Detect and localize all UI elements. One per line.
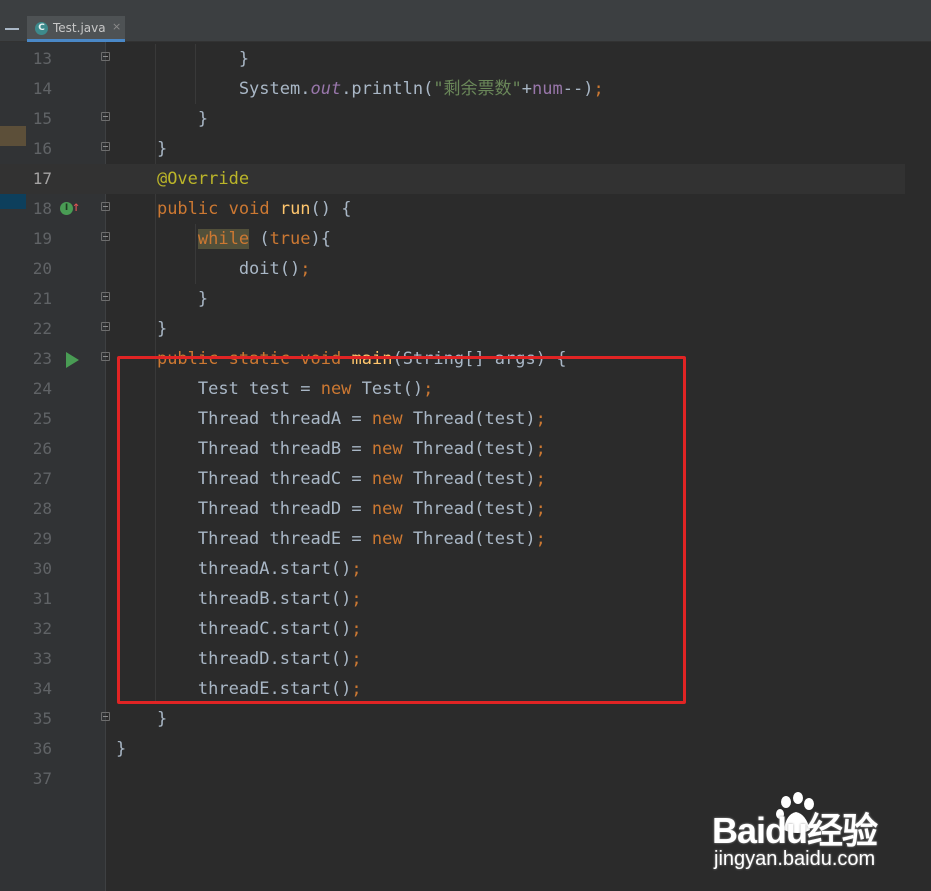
line-number: 37 [32, 769, 52, 788]
code-line[interactable]: 13 } [0, 44, 905, 74]
code-text: doit(); [116, 259, 311, 279]
line-number: 36 [32, 739, 52, 758]
line-number: 15 [32, 109, 52, 128]
line-number: 25 [32, 409, 52, 428]
code-line[interactable]: 36} [0, 734, 905, 764]
line-number: 35 [32, 709, 52, 728]
watermark-url: jingyan.baidu.com [714, 848, 876, 870]
close-icon[interactable]: × [112, 20, 121, 34]
red-highlight-box [117, 356, 686, 704]
fold-marker-icon[interactable] [101, 52, 110, 61]
fold-marker-icon[interactable] [101, 142, 110, 151]
editor-tab-bar: C Test.java × [0, 16, 931, 42]
line-number: 33 [32, 649, 52, 668]
line-number: 24 [32, 379, 52, 398]
code-line[interactable]: 16 } [0, 134, 905, 164]
code-line[interactable]: 18 I ↑ public void run() { [0, 194, 905, 224]
code-line[interactable]: 14 System.out.println("剩余票数"+num--); [0, 74, 905, 104]
line-number: 22 [32, 319, 52, 338]
minimize-icon[interactable] [5, 28, 19, 30]
fold-marker-icon[interactable] [101, 292, 110, 301]
line-number: 14 [32, 79, 52, 98]
code-text: } [116, 139, 168, 159]
run-main-icon[interactable] [66, 352, 79, 368]
baidu-jingyan-watermark: Baidu经验 jingyan.baidu.com [700, 790, 900, 880]
code-line[interactable]: 19 while (true){ [0, 224, 905, 254]
fold-marker-icon[interactable] [101, 712, 110, 721]
code-line[interactable]: 21 } [0, 284, 905, 314]
line-number: 27 [32, 469, 52, 488]
watermark-brand: Baidu经验 [712, 810, 878, 851]
fold-marker-icon[interactable] [101, 322, 110, 331]
fold-marker-icon[interactable] [101, 112, 110, 121]
code-line[interactable]: 15 } [0, 104, 905, 134]
line-number: 30 [32, 559, 52, 578]
code-text: } [116, 739, 127, 759]
code-line[interactable]: 20 doit(); [0, 254, 905, 284]
tab-test-java[interactable]: C Test.java × [27, 16, 125, 42]
code-text: @Override [156, 169, 250, 189]
code-text: public void run() { [156, 199, 352, 219]
code-text: System.out.println("剩余票数"+num--); [116, 79, 604, 99]
code-text: while (true){ [197, 229, 331, 249]
line-number: 29 [32, 529, 52, 548]
tab-label: Test.java [53, 21, 106, 35]
line-number: 13 [32, 49, 52, 68]
java-class-icon: C [35, 22, 48, 35]
line-number: 17 [32, 169, 52, 188]
line-number: 26 [32, 439, 52, 458]
line-number: 21 [32, 289, 52, 308]
fold-marker-icon[interactable] [101, 232, 110, 241]
code-text: } [116, 319, 168, 339]
line-number: 28 [32, 499, 52, 518]
window-top-strip [0, 0, 931, 16]
code-text: } [116, 289, 209, 309]
fold-marker-icon[interactable] [101, 352, 110, 361]
code-line[interactable]: 35 } [0, 704, 905, 734]
line-number: 34 [32, 679, 52, 698]
line-number: 16 [32, 139, 52, 158]
override-arrow-icon[interactable]: ↑ [72, 199, 80, 215]
code-text: } [116, 109, 209, 129]
code-line[interactable]: 17 @Override [0, 164, 905, 194]
code-line[interactable]: 22 } [0, 314, 905, 344]
line-number: 23 [32, 349, 52, 368]
line-number: 19 [32, 229, 52, 248]
line-number: 18 [32, 199, 52, 218]
code-text: } [116, 49, 250, 69]
line-number: 20 [32, 259, 52, 278]
fold-marker-icon[interactable] [101, 202, 110, 211]
line-number: 32 [32, 619, 52, 638]
code-text: } [116, 709, 168, 729]
line-number: 31 [32, 589, 52, 608]
